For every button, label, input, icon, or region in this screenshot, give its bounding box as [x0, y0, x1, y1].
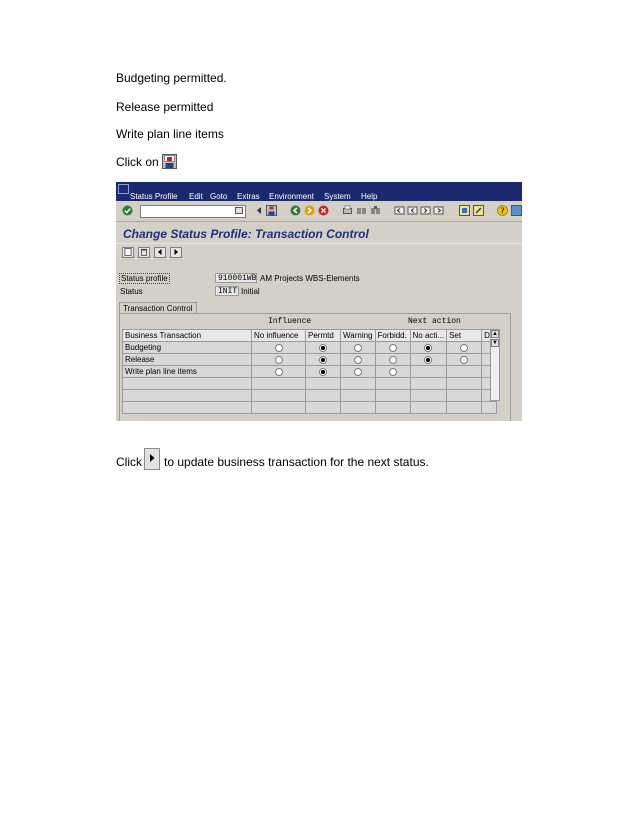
next-arrow-icon[interactable]	[170, 247, 182, 258]
status-label: Status	[120, 287, 143, 296]
menu-environment[interactable]: Environment	[269, 192, 314, 201]
previous-entry-icon[interactable]	[154, 247, 166, 258]
status-description: Initial	[241, 287, 260, 296]
next-action-group-header: Next action	[408, 317, 461, 326]
next-arrow-icon	[144, 448, 160, 473]
scroll-down-icon[interactable]: ▼	[491, 339, 499, 347]
exit-icon[interactable]	[304, 205, 315, 216]
next-page-icon[interactable]	[420, 205, 431, 216]
col-forbidden[interactable]: Forbidd.	[374, 329, 411, 342]
arrow-left-icon[interactable]	[254, 205, 265, 216]
first-page-icon[interactable]	[394, 205, 405, 216]
col-permitted[interactable]: Permtd	[305, 329, 341, 342]
new-entry-icon[interactable]	[122, 247, 134, 258]
doc-click-on-text: Click on	[116, 155, 159, 170]
menu-system[interactable]: System	[324, 192, 351, 201]
radio-release-no-influence[interactable]	[274, 355, 283, 364]
row-release-name: Release	[122, 353, 252, 366]
radio-release-no-action[interactable]	[424, 355, 433, 364]
table-row: Write plan line items	[122, 365, 498, 378]
enter-check-icon[interactable]	[122, 205, 133, 216]
save-floppy-icon	[162, 154, 178, 172]
page-title: Change Status Profile: Transaction Contr…	[123, 227, 369, 241]
table-row	[122, 401, 498, 414]
radio-budgeting-forbidden[interactable]	[388, 343, 397, 352]
new-session-icon[interactable]	[459, 205, 470, 216]
radio-write-plan-warning[interactable]	[353, 367, 362, 376]
radio-budgeting-warning[interactable]	[353, 343, 362, 352]
doc-click-on-line: Click on	[116, 154, 178, 172]
radio-release-warning[interactable]	[353, 355, 362, 364]
main-content: Status profile 910001WB AM Projects WBS-…	[116, 262, 522, 421]
status-profile-field[interactable]: 910001WB	[215, 273, 257, 283]
help-icon[interactable]: ?	[497, 205, 508, 216]
radio-write-plan-no-influence[interactable]	[274, 367, 283, 376]
table-scrollbar[interactable]: ▲ ▼	[490, 329, 500, 401]
table-row	[122, 389, 498, 402]
back-icon[interactable]	[290, 205, 301, 216]
last-page-icon[interactable]	[433, 205, 444, 216]
table-row	[122, 377, 498, 390]
doc-update-text: to update business transaction for the n…	[164, 455, 429, 469]
col-no-influence[interactable]: No influence	[251, 329, 306, 342]
row-write-plan-name: Write plan line items	[122, 365, 252, 378]
print-icon[interactable]	[342, 205, 353, 216]
col-business-transaction[interactable]: Business Transaction	[122, 329, 252, 342]
title-bar: Change Status Profile: Transaction Contr…	[116, 222, 522, 242]
table-header-row: Business Transaction No influence Permtd…	[122, 329, 498, 342]
status-profile-description: AM Projects WBS-Elements	[260, 274, 360, 283]
radio-budgeting-permitted[interactable]	[319, 343, 327, 352]
radio-budgeting-no-influence[interactable]	[274, 343, 283, 352]
system-menu-icon[interactable]	[118, 184, 129, 194]
status-profile-label: Status profile	[119, 273, 170, 284]
radio-release-permitted[interactable]	[319, 355, 327, 364]
table-row: Budgeting	[122, 341, 498, 354]
doc-text-budgeting: Budgeting permitted.	[116, 71, 227, 85]
col-warning[interactable]: Warning	[340, 329, 376, 342]
status-field[interactable]: INIT	[215, 286, 239, 296]
svg-text:?: ?	[500, 206, 504, 215]
shortcut-icon[interactable]	[473, 205, 484, 216]
command-field[interactable]	[140, 205, 246, 218]
radio-release-set[interactable]	[460, 355, 469, 364]
transaction-control-table: Business Transaction No influence Permtd…	[122, 329, 498, 414]
standard-toolbar: ?	[116, 201, 522, 222]
doc-click-text: Click	[116, 455, 142, 469]
row-budgeting-name: Budgeting	[122, 341, 252, 354]
menu-edit[interactable]: Edit	[189, 192, 203, 201]
doc-text-write-plan: Write plan line items	[116, 127, 224, 141]
radio-budgeting-no-action[interactable]	[424, 343, 433, 352]
radio-budgeting-set[interactable]	[460, 343, 469, 352]
radio-write-plan-permitted[interactable]	[319, 367, 327, 376]
delete-icon[interactable]	[138, 247, 150, 258]
save-icon[interactable]	[266, 205, 277, 216]
find-icon[interactable]	[356, 205, 367, 216]
radio-write-plan-forbidden[interactable]	[388, 367, 397, 376]
influence-group-header: Influence	[268, 317, 312, 326]
radio-release-forbidden[interactable]	[388, 355, 397, 364]
sap-window: Status Profile Edit Goto Extras Environm…	[116, 182, 522, 421]
table-row: Release	[122, 353, 498, 366]
find-next-icon[interactable]	[370, 205, 381, 216]
col-set[interactable]: Set	[446, 329, 483, 342]
menu-extras[interactable]: Extras	[237, 192, 260, 201]
menu-goto[interactable]: Goto	[210, 192, 227, 201]
menu-status-profile[interactable]: Status Profile	[130, 192, 178, 201]
menu-bar: Status Profile Edit Goto Extras Environm…	[116, 182, 522, 201]
col-no-action[interactable]: No acti...	[409, 329, 448, 342]
command-history-icon[interactable]	[235, 205, 246, 216]
doc-text-release: Release permitted	[116, 100, 214, 114]
application-toolbar	[116, 243, 522, 263]
scroll-up-icon[interactable]: ▲	[491, 330, 499, 338]
cancel-icon[interactable]	[318, 205, 329, 216]
menu-help[interactable]: Help	[361, 192, 377, 201]
previous-page-icon[interactable]	[407, 205, 418, 216]
layout-menu-icon[interactable]	[511, 205, 522, 216]
